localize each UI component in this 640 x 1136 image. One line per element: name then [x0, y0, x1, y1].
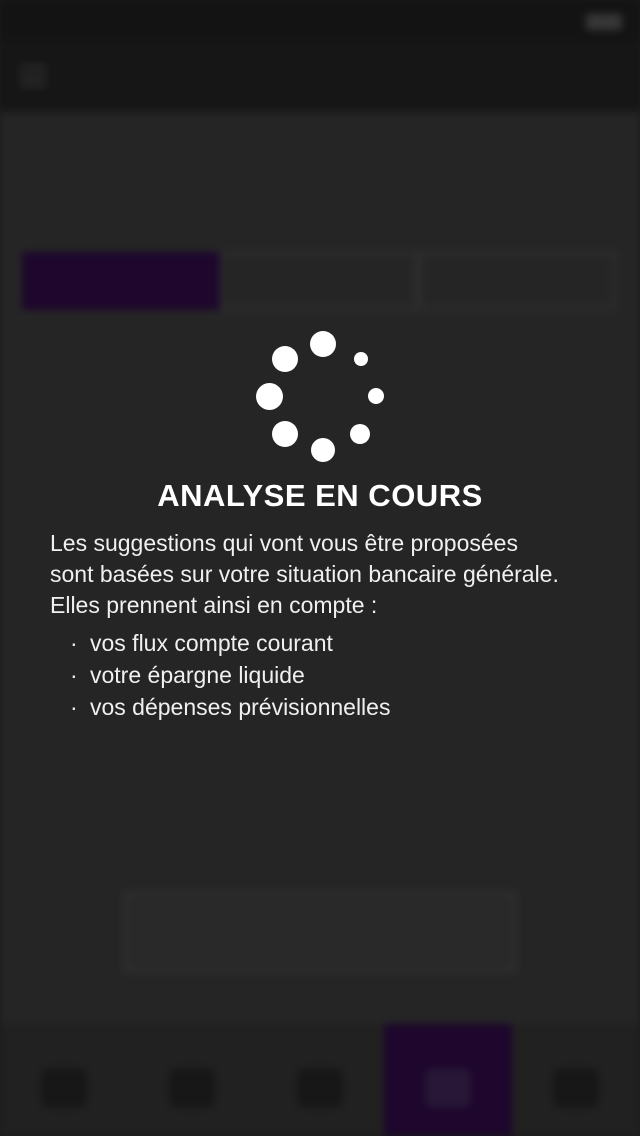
loading-overlay: ANALYSE EN COURS Les suggestions qui von…: [0, 0, 640, 1136]
list-item: votre épargne liquide: [70, 659, 390, 691]
spinner-dot: [272, 346, 298, 372]
analysis-description: Les suggestions qui vont vous être propo…: [50, 528, 610, 621]
list-item: vos flux compte courant: [70, 627, 390, 659]
analysis-criteria-list: vos flux compte courant votre épargne li…: [70, 627, 390, 723]
list-item: vos dépenses prévisionnelles: [70, 691, 390, 723]
spinner-dot: [368, 388, 384, 404]
spinner-dot: [272, 421, 298, 447]
loading-spinner-icon: [250, 325, 395, 470]
spinner-dot: [311, 438, 335, 462]
spinner-dot: [354, 352, 368, 366]
spinner-dot: [256, 383, 283, 410]
description-line: Elles prennent ainsi en compte :: [50, 592, 378, 618]
spinner-dot: [310, 331, 336, 357]
spinner-dot: [350, 424, 370, 444]
description-line: sont basées sur votre situation bancaire…: [50, 561, 559, 587]
analysis-title: ANALYSE EN COURS: [157, 478, 483, 513]
description-line: Les suggestions qui vont vous être propo…: [50, 530, 518, 556]
